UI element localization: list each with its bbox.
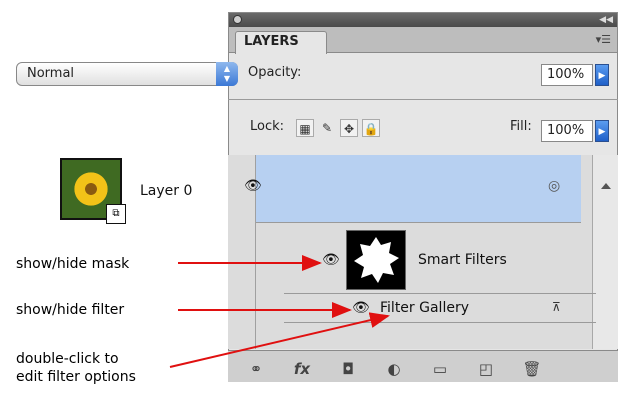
fill-slider-arrow[interactable]: ▶: [595, 120, 609, 142]
blend-mode-value: Normal: [27, 66, 75, 81]
new-layer-icon[interactable]: ◰: [476, 360, 496, 378]
opacity-field[interactable]: 100%: [541, 64, 593, 86]
lock-all-icon[interactable]: 🔒: [362, 119, 380, 137]
layer-name[interactable]: Layer 0: [140, 183, 192, 199]
folder-icon[interactable]: ▭: [430, 360, 450, 378]
lock-transparent-pixels-icon[interactable]: ▦: [296, 119, 314, 137]
fill-field[interactable]: 100%: [541, 120, 593, 142]
select-arrows-icon: ▲ ▼: [216, 62, 238, 86]
blend-mode-select[interactable]: Normal ▲ ▼: [16, 62, 238, 86]
divider: [228, 99, 618, 100]
smart-object-badge-icon: ⧉: [106, 204, 126, 224]
collapse-icon[interactable]: ◀◀: [599, 13, 613, 27]
mask-shape: [354, 237, 399, 283]
divider: [284, 293, 596, 294]
link-icon[interactable]: ⚭: [246, 360, 266, 378]
trash-icon[interactable]: 🗑: [522, 360, 542, 378]
lock-label: Lock:: [250, 119, 285, 134]
scrollbar[interactable]: [592, 155, 618, 349]
lock-image-pixels-icon[interactable]: ✎: [318, 119, 336, 137]
callout-show-hide-mask: show/hide mask: [16, 256, 130, 272]
callout-double-click-line1: double-click to: [16, 351, 119, 367]
eye-icon[interactable]: 👁: [244, 178, 262, 194]
opacity-label: Opacity:: [248, 65, 302, 80]
filter-mask-thumbnail[interactable]: [346, 230, 406, 290]
divider: [284, 322, 596, 323]
tab-row: LAYERS ▾☰: [229, 27, 617, 54]
filter-gallery-name[interactable]: Filter Gallery: [380, 300, 469, 316]
filter-blending-options-icon[interactable]: ⊼: [552, 300, 561, 314]
panel-titlebar[interactable]: ◀◀: [229, 13, 617, 27]
callout-double-click-line2: edit filter options: [16, 369, 136, 385]
eye-icon[interactable]: 👁: [322, 252, 340, 268]
smart-filters-label[interactable]: Smart Filters: [418, 252, 507, 268]
close-icon[interactable]: [233, 15, 242, 24]
fill-label: Fill:: [510, 119, 532, 134]
callout-show-hide-filter: show/hide filter: [16, 302, 125, 318]
scroll-up-icon[interactable]: [601, 183, 611, 189]
opacity-slider-arrow[interactable]: ▶: [595, 64, 609, 86]
eye-icon[interactable]: 👁: [352, 300, 370, 316]
layer-row-layer0[interactable]: [256, 155, 581, 223]
layers-panel-bottom-bar: [228, 350, 618, 382]
adjustment-layer-icon[interactable]: ◐: [384, 360, 404, 378]
add-mask-icon[interactable]: ◘: [338, 360, 358, 378]
tab-layers[interactable]: LAYERS: [235, 31, 327, 54]
panel-menu-icon[interactable]: ▾☰: [596, 33, 611, 46]
lock-position-icon[interactable]: ✥: [340, 119, 358, 137]
fx-icon[interactable]: fx: [292, 360, 312, 378]
smart-filter-indicator-icon: ◎: [548, 178, 561, 194]
